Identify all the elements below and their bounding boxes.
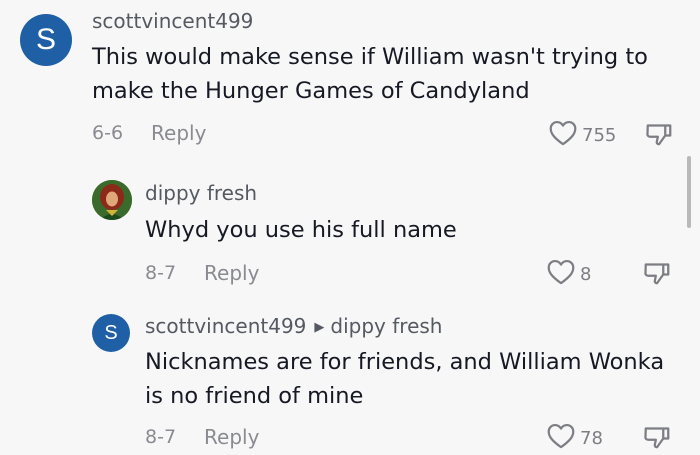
avatar[interactable]: S [20,14,72,66]
thumbs-down-icon [642,427,672,455]
scrollbar[interactable] [687,156,691,228]
comment-date: 8-7 [145,262,177,284]
comment-text-line: is no friend of mine [145,383,364,409]
comment-text: This would make sense if William wasn't … [92,40,648,108]
avatar[interactable]: S [92,314,130,352]
dislike-button[interactable] [642,421,672,455]
comment-username: scottvincent499 ▶ dippy fresh [145,314,442,338]
comment-date: 6-6 [92,122,124,144]
comment-text: Whyd you use his full name [145,217,457,243]
like-button[interactable]: 8 [546,258,591,290]
comment-text-line: make the Hunger Games of Candyland [92,78,530,104]
comment-date: 8-7 [145,426,177,448]
dislike-button[interactable] [642,257,672,291]
like-count: 8 [580,263,592,285]
comment-text: Nicknames are for friends, and William W… [145,345,664,413]
heart-icon [546,258,580,290]
reply-arrow-icon: ▶ [314,320,325,335]
reply-button[interactable]: Reply [204,425,259,449]
comment-username[interactable]: scottvincent499 [92,9,253,33]
reply-button[interactable]: Reply [204,261,259,285]
heart-icon [546,422,580,454]
comment-username[interactable]: dippy fresh [145,181,257,205]
like-count: 755 [582,124,617,146]
like-button[interactable]: 755 [548,119,616,151]
comment-meta: 8-7 Reply [145,425,259,449]
reply-target[interactable]: dippy fresh [330,314,442,338]
comment-meta: 6-6 Reply [92,121,206,145]
avatar[interactable] [92,180,132,220]
like-button[interactable]: 78 [546,422,603,454]
like-count: 78 [580,427,603,449]
comment-text-line: Nicknames are for friends, and William W… [145,349,665,375]
thumbs-down-icon [644,124,674,152]
avatar-image-icon [92,180,132,220]
comment-meta: 8-7 Reply [145,261,259,285]
reply-author[interactable]: scottvincent499 [145,314,306,338]
comment-text-line: This would make sense if William wasn't … [92,44,648,70]
thumbs-down-icon [642,263,672,291]
reply-button[interactable]: Reply [151,121,206,145]
dislike-button[interactable] [644,118,674,152]
heart-icon [548,119,582,151]
